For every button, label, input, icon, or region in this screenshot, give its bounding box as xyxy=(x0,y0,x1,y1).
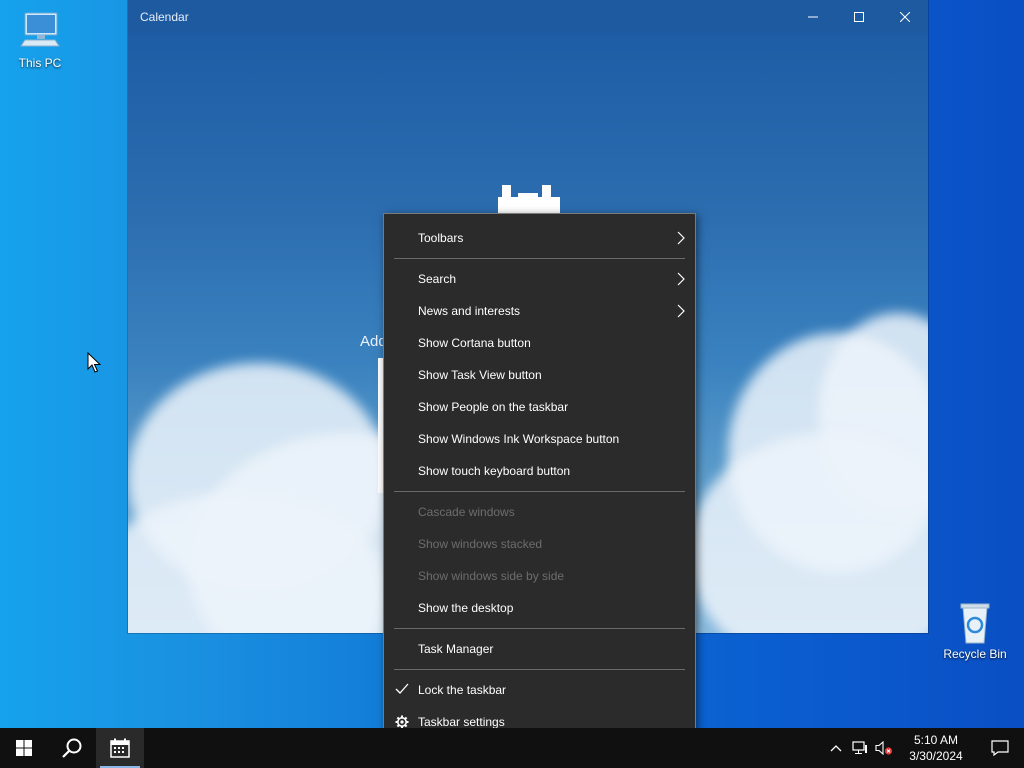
menu-item-label: Show People on the taskbar xyxy=(418,400,569,414)
menu-item-show-touch-keyboard[interactable]: Show touch keyboard button xyxy=(384,455,695,487)
menu-item-news-and-interests[interactable]: News and interests xyxy=(384,295,695,327)
checkmark-icon xyxy=(395,683,409,694)
calendar-logo-icon xyxy=(498,185,560,215)
taskbar-context-menu: Toolbars Search News and interests Show … xyxy=(383,213,696,747)
volume-button[interactable] xyxy=(872,728,896,768)
menu-item-label: Show Task View button xyxy=(418,368,542,382)
menu-item-label: Show windows stacked xyxy=(418,537,543,551)
chevron-right-icon xyxy=(677,272,685,286)
menu-item-label: Task Manager xyxy=(418,642,494,656)
gear-icon xyxy=(395,715,409,729)
close-icon xyxy=(900,11,910,22)
recycle-bin-icon xyxy=(960,603,990,644)
maximize-icon xyxy=(854,11,864,22)
clock-date: 3/30/2024 xyxy=(909,749,963,763)
menu-item-toolbars[interactable]: Toolbars xyxy=(384,222,695,254)
notification-icon xyxy=(991,740,1009,756)
menu-item-search[interactable]: Search xyxy=(384,263,695,295)
network-button[interactable] xyxy=(848,728,872,768)
mouse-cursor-icon xyxy=(87,352,101,373)
chevron-right-icon xyxy=(677,304,685,318)
maximize-button[interactable] xyxy=(836,0,882,33)
menu-item-label: Show windows side by side xyxy=(418,569,565,583)
desktop-icon-label: Recycle Bin xyxy=(943,647,1007,661)
menu-item-show-the-desktop[interactable]: Show the desktop xyxy=(384,592,695,624)
window-title: Calendar xyxy=(140,9,189,24)
calendar-icon xyxy=(110,738,130,758)
menu-item-show-task-view-button[interactable]: Show Task View button xyxy=(384,359,695,391)
menu-item-cascade-windows: Cascade windows xyxy=(384,496,695,528)
windows-start-icon xyxy=(16,740,32,756)
chevron-right-icon xyxy=(677,231,685,245)
volume-muted-icon xyxy=(875,741,893,755)
menu-item-label: Lock the taskbar xyxy=(418,683,507,697)
chevron-up-icon xyxy=(830,745,842,752)
network-icon xyxy=(852,741,867,754)
search-icon xyxy=(62,738,82,758)
menu-separator xyxy=(394,628,685,629)
menu-item-label: Taskbar settings xyxy=(418,715,505,729)
menu-separator xyxy=(394,669,685,670)
menu-item-show-people[interactable]: Show People on the taskbar xyxy=(384,391,695,423)
start-button[interactable] xyxy=(0,728,48,768)
menu-item-label: Show the desktop xyxy=(418,601,514,615)
close-button[interactable] xyxy=(882,0,928,33)
menu-item-show-windows-side-by-side: Show windows side by side xyxy=(384,560,695,592)
clock-time: 5:10 AM xyxy=(913,733,959,747)
menu-item-label: Show Cortana button xyxy=(418,336,531,350)
menu-item-lock-the-taskbar[interactable]: Lock the taskbar xyxy=(384,674,695,706)
menu-item-show-windows-stacked: Show windows stacked xyxy=(384,528,695,560)
window-titlebar[interactable]: Calendar xyxy=(128,0,928,33)
minimize-icon xyxy=(808,16,818,17)
menu-separator xyxy=(394,258,685,259)
menu-item-task-manager[interactable]: Task Manager xyxy=(384,633,695,665)
desktop-icon-recycle-bin[interactable]: Recycle Bin xyxy=(935,601,1015,661)
menu-item-label: Toolbars xyxy=(418,231,464,245)
menu-item-show-windows-ink[interactable]: Show Windows Ink Workspace button xyxy=(384,423,695,455)
search-button[interactable] xyxy=(48,728,96,768)
computer-icon xyxy=(20,12,60,47)
minimize-button[interactable] xyxy=(790,0,836,33)
show-hidden-icons-button[interactable] xyxy=(824,728,848,768)
system-tray: 5:10 AM 3/30/2024 xyxy=(824,728,1024,768)
menu-separator xyxy=(394,491,685,492)
desktop-icon-label: This PC xyxy=(18,56,62,70)
desktop-icon-this-pc[interactable]: This PC xyxy=(0,10,80,70)
menu-item-label: Show touch keyboard button xyxy=(418,464,571,478)
taskbar-clock[interactable]: 5:10 AM 3/30/2024 xyxy=(896,732,976,764)
taskbar-calendar-button[interactable] xyxy=(96,728,144,768)
taskbar[interactable]: 5:10 AM 3/30/2024 xyxy=(0,728,1024,768)
menu-item-show-cortana-button[interactable]: Show Cortana button xyxy=(384,327,695,359)
menu-item-label: Show Windows Ink Workspace button xyxy=(418,432,620,446)
menu-item-label: News and interests xyxy=(418,304,521,318)
menu-item-label: Cascade windows xyxy=(418,505,515,519)
menu-item-label: Search xyxy=(418,272,457,286)
action-center-button[interactable] xyxy=(976,728,1024,768)
